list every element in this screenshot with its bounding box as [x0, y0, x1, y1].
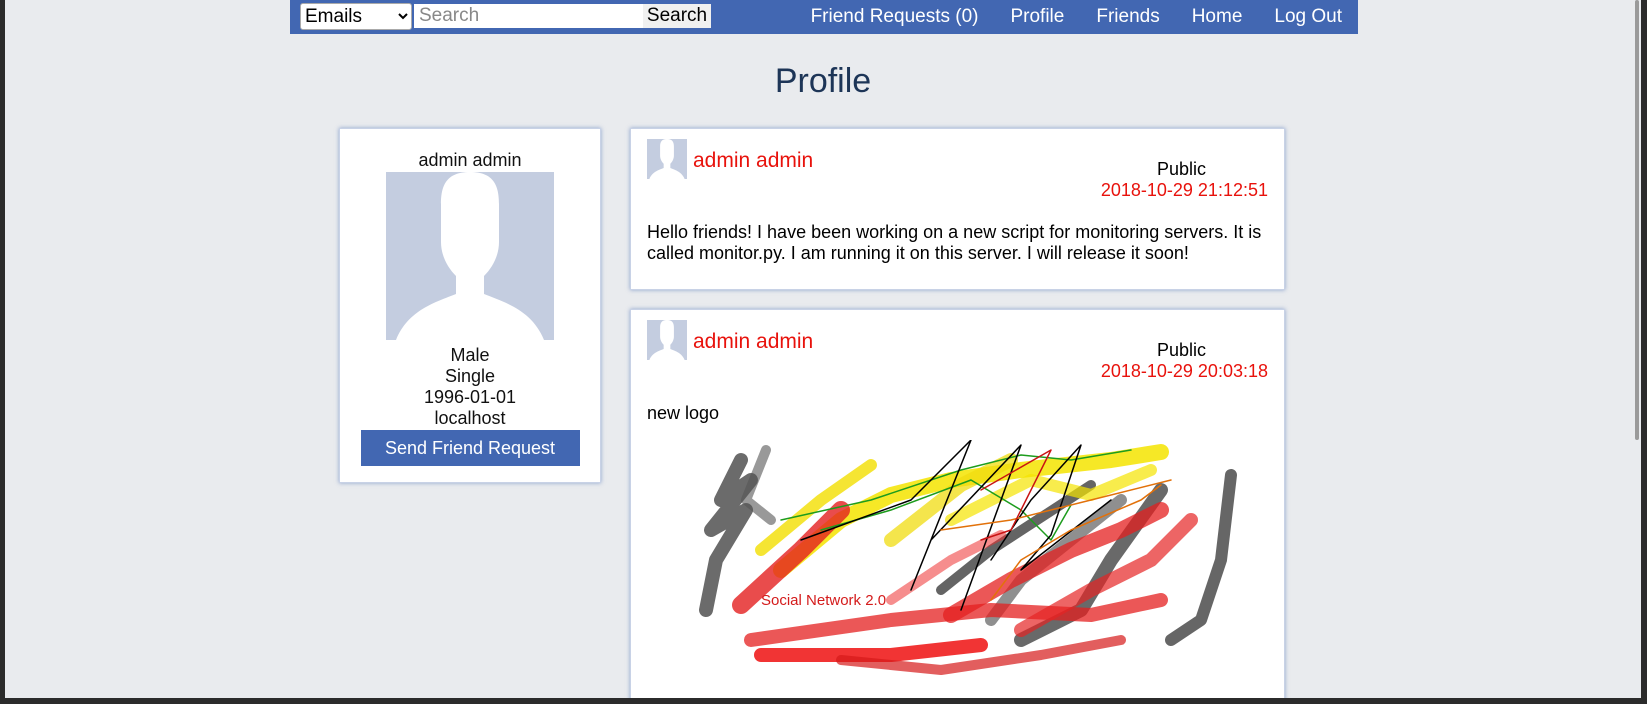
nav-logout[interactable]: Log Out — [1274, 6, 1342, 28]
post-image-logo: Social Network 2.0 — [699, 440, 1237, 675]
profile-location: localhost — [434, 408, 506, 428]
post-avatar[interactable] — [647, 320, 687, 360]
search-button[interactable]: Search — [643, 4, 711, 28]
top-navbar: Emails Search Friend Requests (0) Profil… — [290, 0, 1358, 34]
post-body: new logo — [647, 403, 720, 423]
nav-home[interactable]: Home — [1192, 6, 1243, 28]
default-avatar-icon — [647, 320, 687, 360]
profile-gender: Male — [450, 345, 490, 365]
post-card: admin admin Public 2018-10-29 21:12:51 H… — [630, 128, 1285, 290]
post-visibility: Public — [1156, 340, 1206, 360]
scrollbar[interactable] — [1635, 0, 1639, 440]
nav-links: Friend Requests (0) Profile Friends Home… — [779, 0, 1342, 34]
profile-name: admin admin — [418, 150, 522, 170]
post-body: Hello friends! I have been working on a … — [647, 222, 1262, 263]
post-avatar[interactable] — [647, 139, 687, 179]
send-friend-request-button[interactable]: Send Friend Request — [360, 430, 580, 466]
profile-relationship: Single — [444, 366, 496, 386]
post-timestamp: 2018-10-29 21:12:51 — [1100, 180, 1268, 200]
profile-card: admin admin Male Single 1996-01-01 local… — [339, 128, 601, 483]
post-timestamp: 2018-10-29 20:03:18 — [1100, 361, 1268, 381]
profile-info: Male Single 1996-01-01 localhost — [340, 345, 600, 429]
search-input[interactable] — [414, 4, 643, 28]
page: Emails Search Friend Requests (0) Profil… — [5, 0, 1641, 698]
post-card: admin admin Public 2018-10-29 20:03:18 n… — [630, 309, 1285, 698]
nav-friends[interactable]: Friends — [1096, 6, 1159, 28]
profile-birthdate: 1996-01-01 — [423, 387, 517, 407]
default-avatar-icon — [647, 139, 687, 179]
post-image-caption: Social Network 2.0 — [761, 592, 886, 609]
nav-friend-requests[interactable]: Friend Requests (0) — [811, 6, 979, 28]
post-author[interactable]: admin admin — [693, 149, 813, 173]
post-visibility: Public — [1156, 159, 1206, 179]
page-title: Profile — [774, 62, 872, 100]
search-type-select[interactable]: Emails — [300, 3, 412, 30]
default-avatar-icon — [386, 172, 554, 340]
nav-profile[interactable]: Profile — [1010, 6, 1064, 28]
post-author[interactable]: admin admin — [693, 330, 813, 354]
profile-avatar — [386, 172, 554, 340]
